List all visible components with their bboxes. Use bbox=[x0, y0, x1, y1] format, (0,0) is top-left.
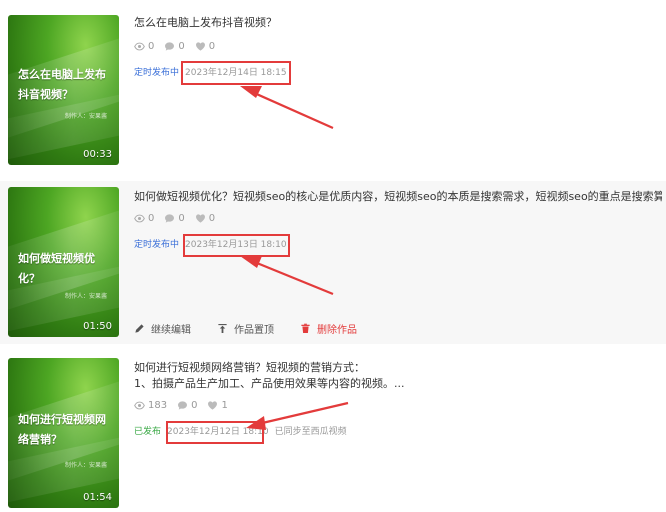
comments-stat: 0 bbox=[164, 40, 185, 52]
comments-count: 0 bbox=[178, 40, 185, 52]
continue-edit-label: 继续编辑 bbox=[151, 325, 191, 336]
likes-count: 1 bbox=[221, 399, 228, 411]
publish-status-row: 已发布 2023年12月12日 18:10 已同步至西瓜视频 bbox=[134, 423, 662, 437]
video-thumbnail[interactable]: 如何做短视频优化？ 制作人：安果酱 01:50 bbox=[8, 187, 119, 337]
heart-icon bbox=[208, 400, 218, 410]
thumbnail-author: 制作人：安果酱 bbox=[64, 462, 107, 469]
views-stat: 0 bbox=[134, 213, 154, 224]
pin-top-icon bbox=[218, 324, 227, 333]
video-description: 1、拍摄产品生产加工、产品使用效果等内容的视频。... bbox=[134, 377, 405, 390]
pin-video-label: 作品置顶 bbox=[234, 325, 274, 336]
status-badge: 定时发布中 bbox=[134, 239, 180, 250]
comments-stat: 0 bbox=[177, 400, 197, 411]
likes-count: 0 bbox=[208, 40, 216, 52]
publish-status-row: 定时发布中 2023年12月13日 18:10 bbox=[134, 236, 662, 250]
video-thumbnail[interactable]: 如何进行短视频网络营销？ 制作人：安果酱 01:54 bbox=[8, 358, 119, 508]
video-thumbnail[interactable]: 怎么在电脑上发布抖音视频？ 制作人：安果酱 00:33 bbox=[8, 15, 119, 165]
comment-icon bbox=[165, 41, 175, 51]
delete-video-button[interactable]: 删除作品 bbox=[300, 321, 357, 336]
publish-status-row: 定时发布中 2023年12月14日 18:15 bbox=[134, 64, 662, 78]
video-title[interactable]: 如何做短视频优化？短视频seo的核心是优质内容，短视频seo的本质是搜索需求，短… bbox=[134, 189, 662, 205]
publish-time: 2023年12月14日 18:15 bbox=[185, 67, 287, 78]
likes-stat: 0 bbox=[195, 41, 215, 52]
video-item: 怎么在电脑上发布抖音视频？ 制作人：安果酱 00:33 怎么在电脑上发布抖音视频… bbox=[0, 0, 666, 172]
publish-time: 2023年12月13日 18:10 bbox=[185, 239, 287, 250]
comments-count: 0 bbox=[191, 399, 198, 411]
views-count: 0 bbox=[148, 40, 155, 52]
views-count: 0 bbox=[148, 212, 155, 224]
likes-stat: 0 bbox=[195, 213, 215, 224]
likes-count: 0 bbox=[208, 212, 216, 224]
eye-icon bbox=[134, 401, 145, 409]
pencil-icon bbox=[135, 324, 144, 333]
delete-video-label: 删除作品 bbox=[317, 325, 357, 336]
likes-stat: 1 bbox=[207, 399, 228, 411]
pin-video-button[interactable]: 作品置顶 bbox=[217, 321, 274, 336]
video-info: 怎么在电脑上发布抖音视频？ 0 0 0 定时发布中 2023年12月14日 18… bbox=[134, 15, 662, 78]
heart-icon bbox=[195, 213, 205, 223]
heart-icon bbox=[195, 41, 205, 51]
video-title[interactable]: 如何进行短视频网络营销？短视频的营销方式： bbox=[134, 360, 662, 376]
video-item: 如何进行短视频网络营销？ 制作人：安果酱 01:54 如何进行短视频网络营销？短… bbox=[0, 352, 666, 512]
video-duration: 01:50 bbox=[83, 321, 112, 332]
video-actions: 继续编辑 作品置顶 删除作品 bbox=[134, 321, 383, 336]
video-info: 如何进行短视频网络营销？短视频的营销方式： 1、拍摄产品生产加工、产品使用效果等… bbox=[134, 360, 662, 437]
trash-icon bbox=[301, 323, 310, 333]
video-item: 如何做短视频优化？ 制作人：安果酱 01:50 如何做短视频优化？短视频seo的… bbox=[0, 181, 666, 344]
video-duration: 01:54 bbox=[83, 492, 112, 503]
thumbnail-title: 怎么在电脑上发布抖音视频？ bbox=[18, 68, 106, 101]
comment-icon bbox=[178, 400, 188, 410]
publish-time: 2023年12月12日 18:10 bbox=[167, 426, 269, 437]
video-duration: 00:33 bbox=[83, 149, 112, 160]
status-badge: 定时发布中 bbox=[134, 67, 180, 78]
comments-stat: 0 bbox=[164, 212, 185, 224]
status-badge: 已发布 bbox=[134, 426, 162, 437]
thumbnail-title: 如何进行短视频网络营销？ bbox=[18, 413, 106, 446]
video-title[interactable]: 怎么在电脑上发布抖音视频？ bbox=[134, 15, 662, 31]
video-stats: 0 0 0 bbox=[134, 211, 662, 225]
views-stat: 0 bbox=[134, 41, 154, 52]
continue-edit-button[interactable]: 继续编辑 bbox=[134, 321, 191, 336]
comments-count: 0 bbox=[178, 212, 185, 224]
eye-icon bbox=[134, 42, 145, 50]
thumbnail-title: 如何做短视频优化？ bbox=[18, 252, 95, 285]
thumbnail-author: 制作人：安果酱 bbox=[64, 293, 107, 300]
thumbnail-author: 制作人：安果酱 bbox=[64, 113, 107, 120]
views-count: 183 bbox=[148, 399, 168, 411]
eye-icon bbox=[134, 214, 145, 222]
sync-status: 已同步至西瓜视频 bbox=[274, 426, 347, 437]
views-stat: 183 bbox=[134, 400, 167, 411]
comment-icon bbox=[165, 213, 175, 223]
video-info: 如何做短视频优化？短视频seo的核心是优质内容，短视频seo的本质是搜索需求，短… bbox=[134, 189, 662, 250]
video-stats: 183 0 1 bbox=[134, 398, 662, 412]
video-stats: 0 0 0 bbox=[134, 39, 662, 53]
